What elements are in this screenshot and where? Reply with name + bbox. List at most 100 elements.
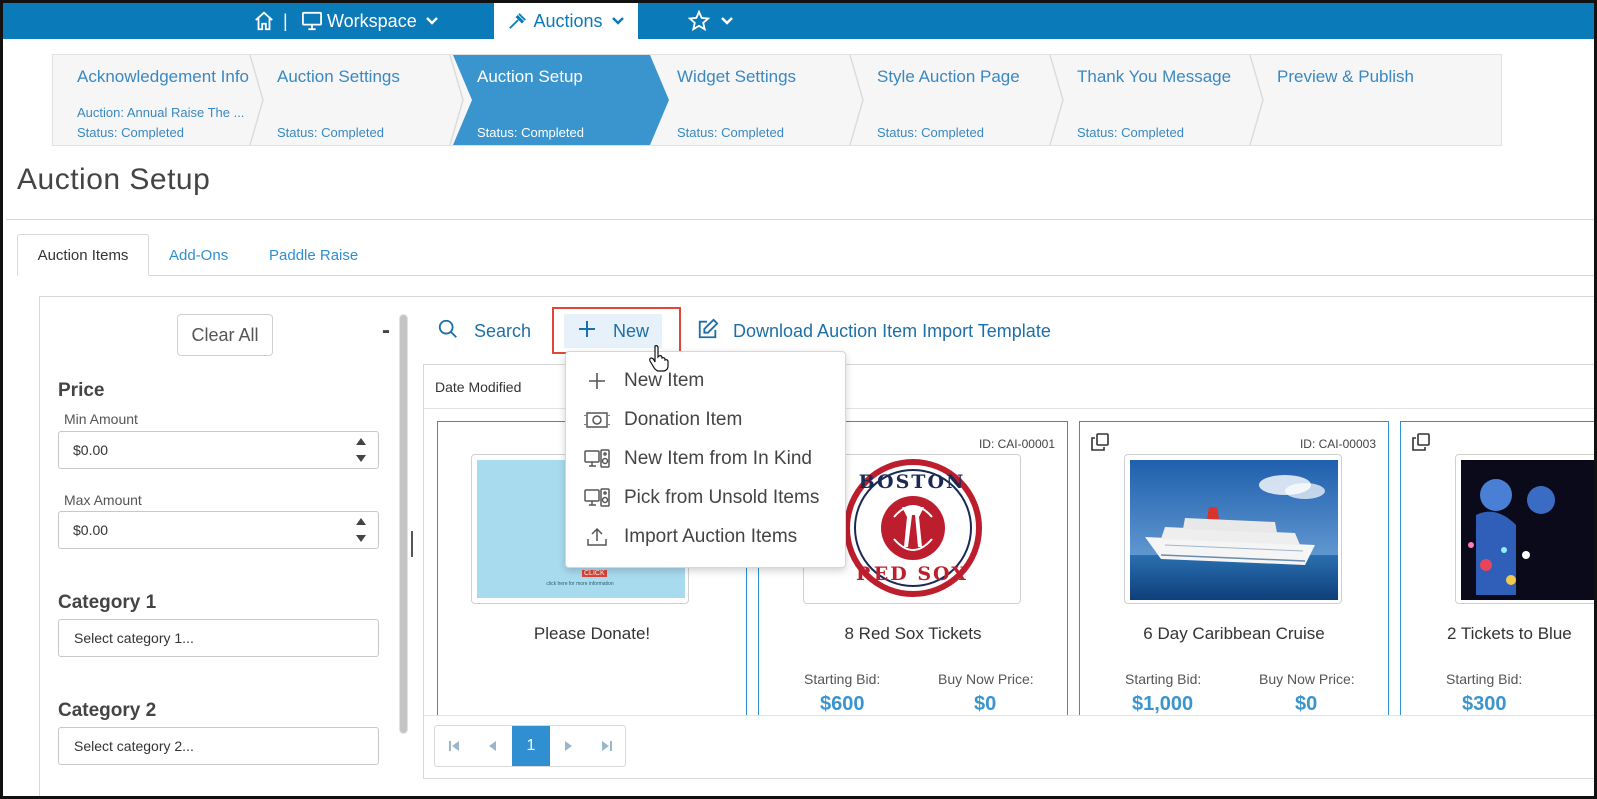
max-amount-input[interactable]: $0.00 xyxy=(58,511,379,549)
upload-icon xyxy=(584,525,610,549)
cruise-ship-photo xyxy=(1130,460,1338,600)
page-number-button[interactable]: 1 xyxy=(512,726,550,766)
wizard-step-auction-setup[interactable]: Auction Setup Status: Completed xyxy=(453,55,653,145)
starting-bid-value: $600 xyxy=(820,693,865,715)
download-template-link[interactable]: Download Auction Item Import Template xyxy=(697,314,1051,348)
new-label: New xyxy=(612,320,649,341)
search-label: Search xyxy=(474,320,532,341)
caret-down-icon[interactable] xyxy=(356,535,366,542)
new-dropdown-menu: New Item Donation Item New Item from In … xyxy=(565,351,846,568)
chevron-down-icon xyxy=(720,16,734,26)
panel-splitter[interactable] xyxy=(411,531,413,557)
auctions-menu[interactable]: Auctions xyxy=(494,3,638,39)
buy-now-value: $0 xyxy=(1295,693,1318,715)
menu-item-pick-from-unsold[interactable]: Pick from Unsold Items xyxy=(566,480,845,516)
donate-image-caption: click here for more information xyxy=(546,581,614,587)
step-status: Status: Completed xyxy=(877,125,984,140)
favorites-menu[interactable] xyxy=(688,3,734,39)
plus-icon xyxy=(577,319,597,344)
min-amount-input[interactable]: $0.00 xyxy=(58,431,379,469)
item-name: 8 Red Sox Tickets xyxy=(844,624,982,643)
blue-man-photo xyxy=(1461,460,1594,600)
setup-wizard: Acknowledgement Info Auction: Annual Rai… xyxy=(52,54,1502,146)
menu-item-import-auction-items[interactable]: Import Auction Items xyxy=(566,519,845,555)
new-button[interactable]: New xyxy=(564,314,662,348)
pagination: 1 xyxy=(434,725,626,767)
menu-item-donation-item[interactable]: Donation Item xyxy=(566,402,845,438)
step-title: Thank You Message xyxy=(1077,67,1232,86)
step-status: Status: Completed xyxy=(277,125,384,140)
tab-add-ons[interactable]: Add-Ons xyxy=(169,234,228,276)
caret-left-icon xyxy=(489,741,496,751)
starting-bid-label: Starting Bid: xyxy=(1125,671,1202,687)
wizard-step-acknowledgement[interactable]: Acknowledgement Info Auction: Annual Rai… xyxy=(53,55,253,145)
menu-item-label: New Item xyxy=(624,370,705,391)
home-icon xyxy=(253,10,275,32)
copy-icon[interactable] xyxy=(1091,433,1109,456)
item-card-caribbean-cruise[interactable]: ID: CAI-00003 6 Day Caribbean Cruise Sta… xyxy=(1079,421,1389,721)
buy-now-label: Buy Now Price: xyxy=(1259,671,1355,687)
copy-icon[interactable] xyxy=(1412,433,1430,456)
monitor-speaker-icon xyxy=(584,447,610,471)
filter-scrollbar-thumb[interactable] xyxy=(400,315,407,733)
min-amount-stepper[interactable] xyxy=(345,433,377,467)
item-image xyxy=(1124,454,1342,604)
wizard-step-thank-you-message[interactable]: Thank You Message Status: Completed xyxy=(1053,55,1253,145)
step-title: Auction Setup xyxy=(477,67,583,86)
wizard-step-style-auction-page[interactable]: Style Auction Page Status: Completed xyxy=(853,55,1053,145)
step-status: Status: Completed xyxy=(677,125,784,140)
wizard-step-preview-publish[interactable]: Preview & Publish xyxy=(1253,55,1473,145)
last-page-button[interactable] xyxy=(588,726,626,766)
starting-bid-label: Starting Bid: xyxy=(1446,671,1523,687)
menu-item-new-item[interactable]: New Item xyxy=(566,363,845,399)
wizard-step-auction-settings[interactable]: Auction Settings Status: Completed xyxy=(253,55,453,145)
item-image xyxy=(1455,454,1594,604)
top-nav-bar: | Workspace Auctions xyxy=(3,3,1594,39)
download-template-label: Download Auction Item Import Template xyxy=(733,320,1051,341)
step-title: Preview & Publish xyxy=(1277,67,1415,86)
search-button[interactable]: Search xyxy=(437,314,531,348)
search-icon xyxy=(437,318,459,345)
first-page-button[interactable] xyxy=(435,726,473,766)
step-status: Status: Completed xyxy=(77,125,184,140)
chevron-down-icon xyxy=(425,16,439,26)
item-id: ID: CAI-00001 xyxy=(978,437,1055,451)
auctions-label: Auctions xyxy=(533,10,603,31)
app-frame: | Workspace Auctions Acknowledgement Inf… xyxy=(0,0,1597,799)
next-page-button[interactable] xyxy=(550,726,588,766)
price-filter-label: Price xyxy=(58,380,105,401)
hand-cursor-icon xyxy=(649,345,669,372)
max-amount-stepper[interactable] xyxy=(345,513,377,547)
menu-item-new-from-in-kind[interactable]: New Item from In Kind xyxy=(566,441,845,477)
workspace-menu[interactable]: Workspace xyxy=(301,3,439,39)
item-card-blue-tickets[interactable]: 2 Tickets to Blue Starting Bid: $300 xyxy=(1400,421,1594,721)
caret-right-icon xyxy=(565,741,572,751)
category-1-label: Category 1 xyxy=(58,592,157,613)
caret-up-icon[interactable] xyxy=(356,518,366,525)
tab-paddle-raise[interactable]: Paddle Raise xyxy=(269,234,358,276)
collapse-filters-button[interactable]: - xyxy=(382,317,390,345)
gavel-icon xyxy=(507,11,529,31)
category-1-select[interactable]: Select category 1... xyxy=(58,619,379,657)
prev-page-button[interactable] xyxy=(473,726,511,766)
wizard-step-widget-settings[interactable]: Widget Settings Status: Completed xyxy=(653,55,853,145)
plus-icon xyxy=(584,369,610,393)
last-page-icon xyxy=(602,741,612,751)
caret-down-icon[interactable] xyxy=(356,455,366,462)
clear-all-button[interactable]: Clear All xyxy=(177,314,273,356)
item-id: ID: CAI-00003 xyxy=(1299,437,1376,451)
min-amount-label: Min Amount xyxy=(64,411,138,427)
first-page-icon xyxy=(449,741,459,751)
sort-dropdown[interactable]: Date Modified xyxy=(435,379,521,395)
step-status: Status: Completed xyxy=(477,125,584,140)
item-name: 2 Tickets to Blue xyxy=(1447,624,1572,643)
monitor-speaker-icon xyxy=(584,486,610,510)
step-status: Status: Completed xyxy=(1077,125,1184,140)
tab-auction-items[interactable]: Auction Items xyxy=(17,234,149,276)
caret-up-icon[interactable] xyxy=(356,438,366,445)
starting-bid-value: $300 xyxy=(1462,693,1507,715)
category-2-label: Category 2 xyxy=(58,700,157,721)
home-button[interactable]: | xyxy=(253,3,288,39)
menu-item-label: Donation Item xyxy=(624,409,743,430)
category-2-select[interactable]: Select category 2... xyxy=(58,727,379,765)
